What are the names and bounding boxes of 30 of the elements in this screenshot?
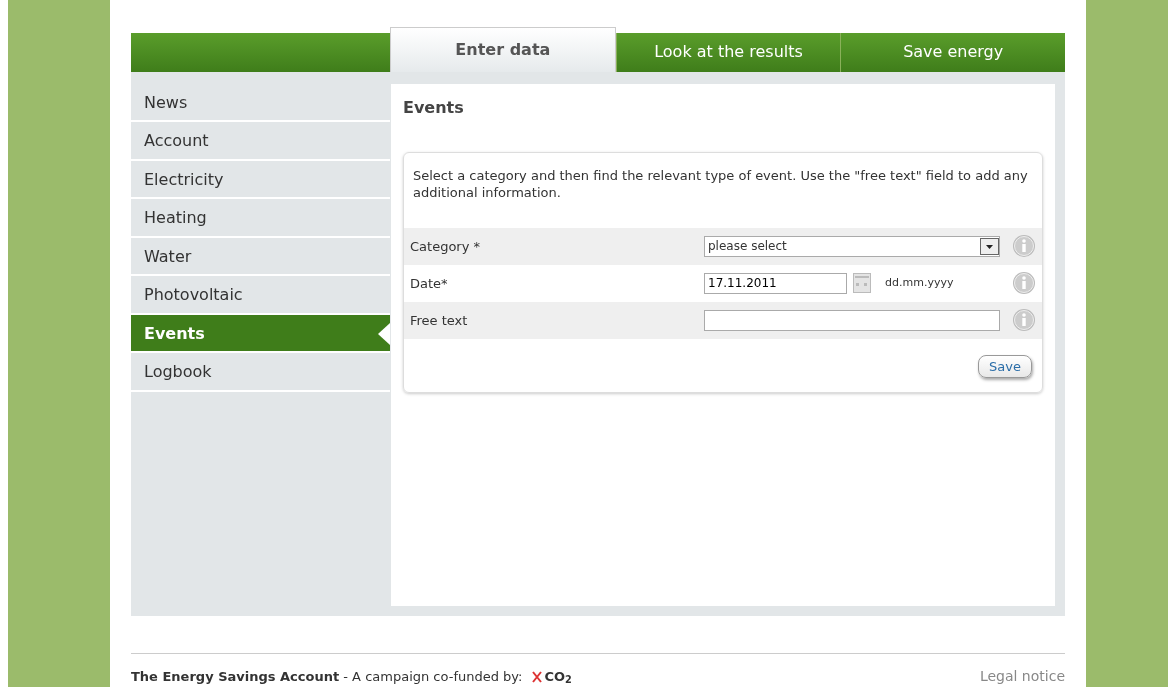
info-icon[interactable]	[1012, 271, 1036, 296]
co2-logo: CO$_{2}$	[544, 667, 572, 687]
calendar-icon[interactable]	[853, 273, 871, 294]
sidebar-item[interactable]: Water	[131, 237, 390, 277]
sidebar-item[interactable]: Events	[131, 314, 390, 354]
date-format-hint: dd.mm.yyyy	[885, 275, 954, 292]
info-icon[interactable]	[1012, 234, 1036, 259]
sidebar-item[interactable]: News	[131, 83, 390, 123]
tab[interactable]: Save energy	[840, 33, 1065, 72]
caret-icon	[980, 237, 999, 255]
sidebar-item[interactable]: Electricity	[131, 160, 390, 200]
info-icon[interactable]	[1012, 308, 1036, 333]
sidebar-item[interactable]: Account	[131, 122, 390, 161]
sidebar-item[interactable]: Logbook	[131, 353, 390, 392]
date-field[interactable]: 17.11.2011	[704, 272, 847, 294]
footer-title: The Energy Savings Account	[131, 667, 340, 686]
field-label: Free text	[410, 311, 469, 330]
section-title: Events	[403, 96, 465, 119]
cross-icon	[532, 670, 543, 683]
tab[interactable]: Look at the results	[615, 33, 841, 72]
free-text-field[interactable]	[704, 309, 1000, 331]
field-label: Date*	[410, 274, 449, 293]
category-select[interactable]: please select	[704, 235, 1000, 257]
tab[interactable]: Enter data	[390, 27, 616, 72]
field-label: Category *	[410, 237, 481, 256]
intro-text: Select a category and then find the relevant type of event. Use the "free text" field to add any additional information.	[412, 166, 1029, 203]
sidebar-item[interactable]: Heating	[131, 199, 390, 238]
save-button[interactable]: Save	[978, 354, 1032, 379]
footer-text: - A campaign co-funded by:	[342, 667, 523, 686]
legal-notice-link[interactable]: Legal notice	[979, 666, 1065, 687]
